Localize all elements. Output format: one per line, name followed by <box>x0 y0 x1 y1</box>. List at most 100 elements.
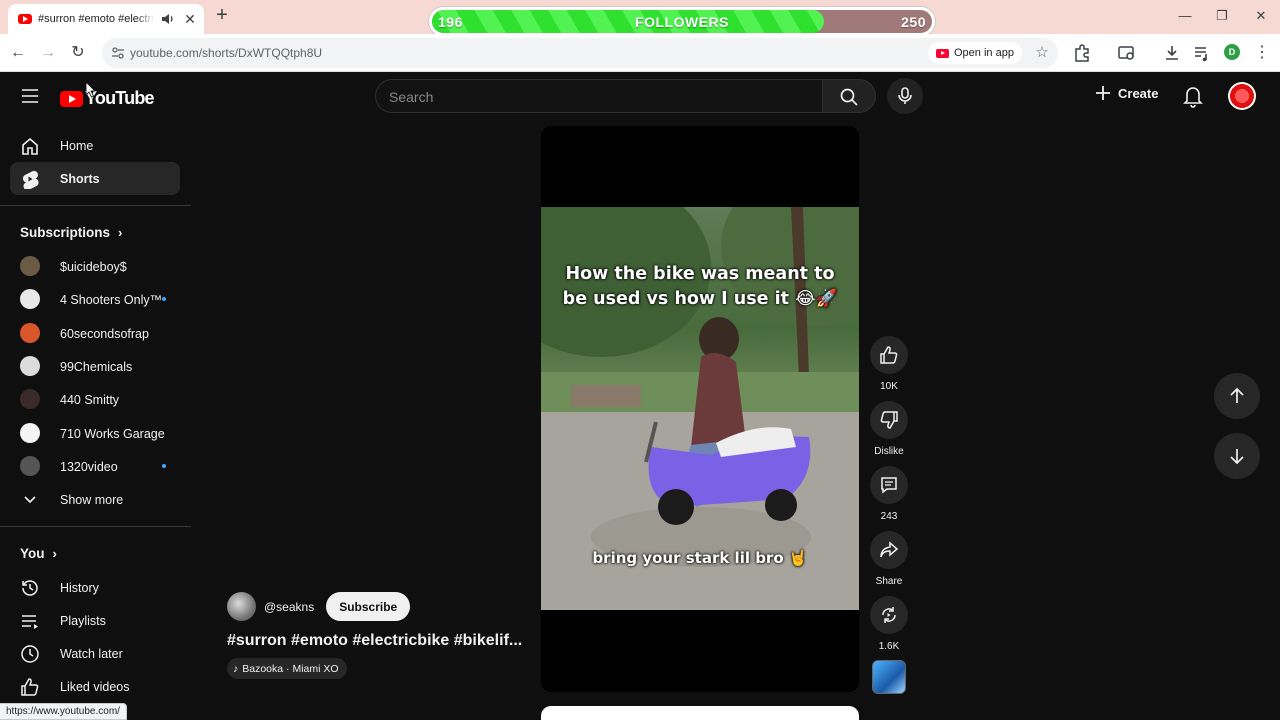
thumbs-up-icon <box>880 346 898 364</box>
notifications-bell-icon[interactable] <box>1182 84 1204 108</box>
like-count: 10K <box>880 381 898 392</box>
new-content-dot <box>162 297 166 302</box>
sidebar-item-label: Shorts <box>60 172 100 186</box>
subscription-item[interactable]: 60secondsofrap <box>10 317 180 350</box>
subscription-item[interactable]: 710 Works Garage <box>10 417 180 450</box>
minimize-icon[interactable]: — <box>1175 8 1195 26</box>
youtube-logo-icon <box>60 90 83 107</box>
dislike-action[interactable]: Dislike <box>870 401 908 457</box>
playlists-icon <box>22 615 38 629</box>
sidebar-item-watch-later[interactable]: Watch later <box>10 637 180 670</box>
profile-avatar[interactable]: D <box>1224 44 1240 60</box>
create-button[interactable]: Create <box>1094 84 1158 102</box>
shorts-video-player[interactable]: How the bike was meant to be used vs how… <box>541 126 859 692</box>
bookmark-star-icon[interactable]: ☆ <box>1032 43 1052 63</box>
sound-thumbnail[interactable] <box>872 660 906 694</box>
next-short-preview[interactable] <box>541 706 859 720</box>
speaker-icon[interactable] <box>160 11 176 27</box>
youtube-app-icon <box>936 48 949 58</box>
channel-avatar[interactable] <box>227 592 256 621</box>
url-text[interactable]: youtube.com/shorts/DxWTQQtph8U <box>130 46 322 60</box>
watch-later-icon <box>21 645 39 663</box>
comment-icon <box>881 477 897 494</box>
history-icon <box>22 580 38 596</box>
extensions-icon[interactable] <box>1072 43 1092 63</box>
remix-action[interactable]: 1.6K <box>870 596 908 652</box>
sidebar-item-label: Watch later <box>60 647 123 661</box>
hamburger-menu-icon[interactable] <box>20 86 40 106</box>
youtube-page: YouTube Search Create Home Shorts Subscr… <box>0 72 1280 720</box>
arrow-up-icon <box>1230 387 1244 403</box>
open-in-app-label: Open in app <box>954 47 1014 59</box>
share-label: Share <box>875 576 903 587</box>
subscriptions-title: Subscriptions <box>20 225 111 240</box>
voice-search-button[interactable] <box>887 78 923 114</box>
screen-search-icon[interactable] <box>1117 43 1137 63</box>
chevron-down-icon <box>24 496 36 504</box>
search-input[interactable]: Search <box>375 79 823 113</box>
channel-avatar <box>20 455 40 476</box>
sidebar-item-shorts[interactable]: Shorts <box>10 162 180 195</box>
search-button[interactable] <box>822 79 876 113</box>
youtube-logo[interactable]: YouTube <box>60 88 155 109</box>
shorts-icon <box>22 170 39 189</box>
new-tab-icon[interactable]: + <box>212 5 232 26</box>
subscription-item[interactable]: 99Chemicals <box>10 350 180 383</box>
browser-status-url: https://www.youtube.com/ <box>0 703 127 720</box>
show-more-button[interactable]: Show more <box>10 483 180 516</box>
restore-icon[interactable]: ❐ <box>1212 8 1232 26</box>
remix-count: 1.6K <box>878 641 900 652</box>
tab-title: #surron #emoto #electricbike <box>38 13 154 25</box>
sidebar-item-home[interactable]: Home <box>10 129 180 162</box>
short-title[interactable]: #surron #emoto #electricbike #bikelif... <box>227 632 522 650</box>
sidebar-divider <box>0 205 191 206</box>
music-chip[interactable]: ♪ Bazooka · Miami XO <box>227 658 347 679</box>
video-caption-top: How the bike was meant to be used vs how… <box>562 264 838 309</box>
home-icon <box>22 137 38 155</box>
subscription-label: 440 Smitty <box>60 393 120 408</box>
account-avatar[interactable] <box>1228 82 1256 110</box>
browser-tabstrip: #surron #emoto #electricbike ✕ + 196 FOL… <box>0 0 1280 36</box>
subscribe-button[interactable]: Subscribe <box>326 592 411 621</box>
followers-label: FOLLOWERS <box>635 13 729 30</box>
subscription-item[interactable]: 4 Shooters Only™ <box>10 283 180 316</box>
you-header[interactable]: You › <box>20 546 57 561</box>
plus-icon <box>1096 86 1110 100</box>
sidebar-item-history[interactable]: History <box>10 571 180 604</box>
close-tab-icon[interactable]: ✕ <box>182 11 198 28</box>
liked-videos-icon <box>21 678 39 696</box>
address-bar[interactable]: youtube.com/shorts/DxWTQQtph8U Open in a… <box>102 38 1058 68</box>
channel-avatar <box>20 322 40 343</box>
subscription-item[interactable]: $uicideboy$ <box>10 250 180 283</box>
video-caption-bottom: bring your stark lil bro 🤘 <box>592 549 808 567</box>
close-window-icon[interactable]: ✕ <box>1251 8 1271 26</box>
subscriptions-header[interactable]: Subscriptions › <box>20 225 122 240</box>
subscription-item[interactable]: 1320video <box>10 450 180 483</box>
next-short-button[interactable] <box>1214 433 1260 479</box>
forward-icon[interactable]: → <box>38 43 58 63</box>
media-controls-icon[interactable] <box>1192 43 1212 63</box>
previous-short-button[interactable] <box>1214 373 1260 419</box>
subscription-item[interactable]: 440 Smitty <box>10 383 180 416</box>
open-in-app-button[interactable]: Open in app <box>928 42 1022 64</box>
thumbs-down-icon <box>880 411 898 429</box>
reload-icon[interactable]: ↻ <box>68 43 88 63</box>
share-icon <box>880 541 899 558</box>
downloads-icon[interactable] <box>1162 43 1182 63</box>
mouse-cursor-icon <box>86 82 96 98</box>
subscription-label: $uicideboy$ <box>60 260 127 274</box>
dislike-label: Dislike <box>874 446 904 457</box>
browser-menu-icon[interactable]: ⋮ <box>1252 43 1272 63</box>
sidebar-item-playlists[interactable]: Playlists <box>10 604 180 637</box>
site-info-icon[interactable] <box>110 45 126 61</box>
search-placeholder: Search <box>389 89 434 105</box>
like-action[interactable]: 10K <box>870 336 908 392</box>
comments-action[interactable]: 243 <box>870 466 908 522</box>
channel-avatar <box>20 289 40 310</box>
share-action[interactable]: Share <box>870 531 908 587</box>
sidebar-item-liked-videos[interactable]: Liked videos <box>10 670 180 703</box>
remix-icon <box>882 607 896 623</box>
back-icon[interactable]: ← <box>8 43 28 63</box>
browser-tab[interactable]: #surron #emoto #electricbike ✕ <box>8 4 204 34</box>
channel-name[interactable]: @seakns <box>264 600 314 614</box>
